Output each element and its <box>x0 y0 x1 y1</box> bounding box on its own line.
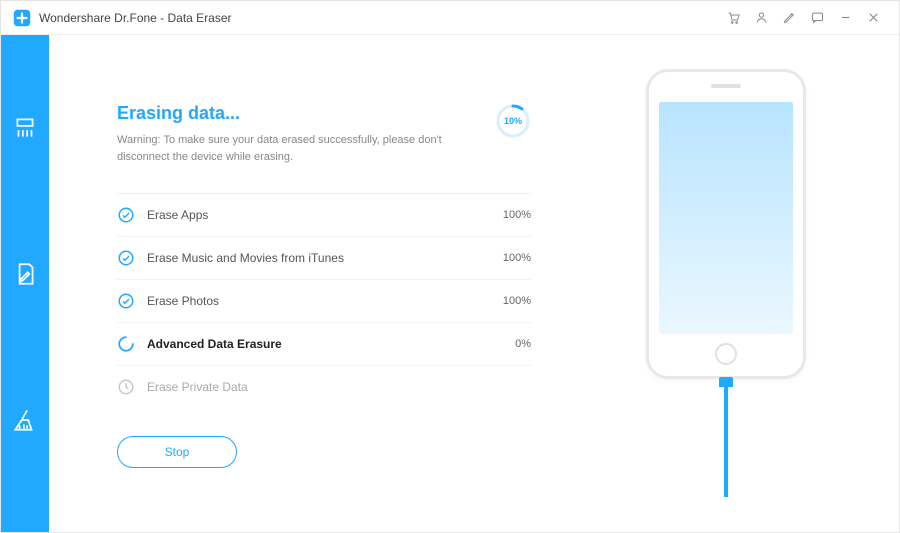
cart-icon[interactable] <box>719 4 747 32</box>
task-row: Advanced Data Erasure 0% <box>117 323 531 366</box>
check-circle-icon <box>117 292 135 310</box>
device-illustration <box>561 43 891 524</box>
task-value: 100% <box>503 209 531 221</box>
phone-icon <box>646 69 806 379</box>
cable-icon <box>724 377 728 497</box>
check-circle-icon <box>117 249 135 267</box>
edit-icon[interactable] <box>775 4 803 32</box>
app-logo-icon <box>13 9 31 27</box>
task-label: Erase Private Data <box>147 380 531 394</box>
task-value: 100% <box>503 295 531 307</box>
close-button[interactable] <box>859 4 887 32</box>
body: Erasing data... Warning: To make sure yo… <box>1 35 899 532</box>
sidebar <box>1 35 49 532</box>
app-window: Wondershare Dr.Fone - Data Eraser <box>0 0 900 533</box>
task-row: Erase Private Data <box>117 366 531 408</box>
broom-icon[interactable] <box>12 407 38 433</box>
task-row: Erase Music and Movies from iTunes 100% <box>117 237 531 280</box>
task-row: Erase Photos 100% <box>117 280 531 323</box>
document-edit-icon[interactable] <box>12 261 38 287</box>
shredder-icon[interactable] <box>12 115 38 141</box>
phone-screen <box>659 102 793 334</box>
progress-ring: 10% <box>495 103 531 139</box>
spinner-icon <box>117 335 135 353</box>
minimize-button[interactable] <box>831 4 859 32</box>
phone-home-button-icon <box>715 343 737 365</box>
task-row: Erase Apps 100% <box>117 194 531 237</box>
check-circle-icon <box>117 206 135 224</box>
window-title: Wondershare Dr.Fone - Data Eraser <box>39 11 232 25</box>
titlebar: Wondershare Dr.Fone - Data Eraser <box>1 1 899 35</box>
stop-button[interactable]: Stop <box>117 436 237 468</box>
clock-icon <box>117 378 135 396</box>
task-value: 100% <box>503 252 531 264</box>
left-panel: Erasing data... Warning: To make sure yo… <box>57 43 561 524</box>
task-value: 0% <box>515 338 531 350</box>
task-label: Erase Music and Movies from iTunes <box>147 251 503 265</box>
task-label: Advanced Data Erasure <box>147 337 515 351</box>
page-heading: Erasing data... <box>117 103 457 124</box>
warning-text: Warning: To make sure your data erased s… <box>117 132 457 165</box>
task-label: Erase Photos <box>147 294 503 308</box>
task-label: Erase Apps <box>147 208 503 222</box>
content-area: Erasing data... Warning: To make sure yo… <box>49 35 899 532</box>
progress-percent: 10% <box>495 103 531 139</box>
account-icon[interactable] <box>747 4 775 32</box>
feedback-icon[interactable] <box>803 4 831 32</box>
task-list: Erase Apps 100% Erase Music and Movies f… <box>117 193 531 408</box>
